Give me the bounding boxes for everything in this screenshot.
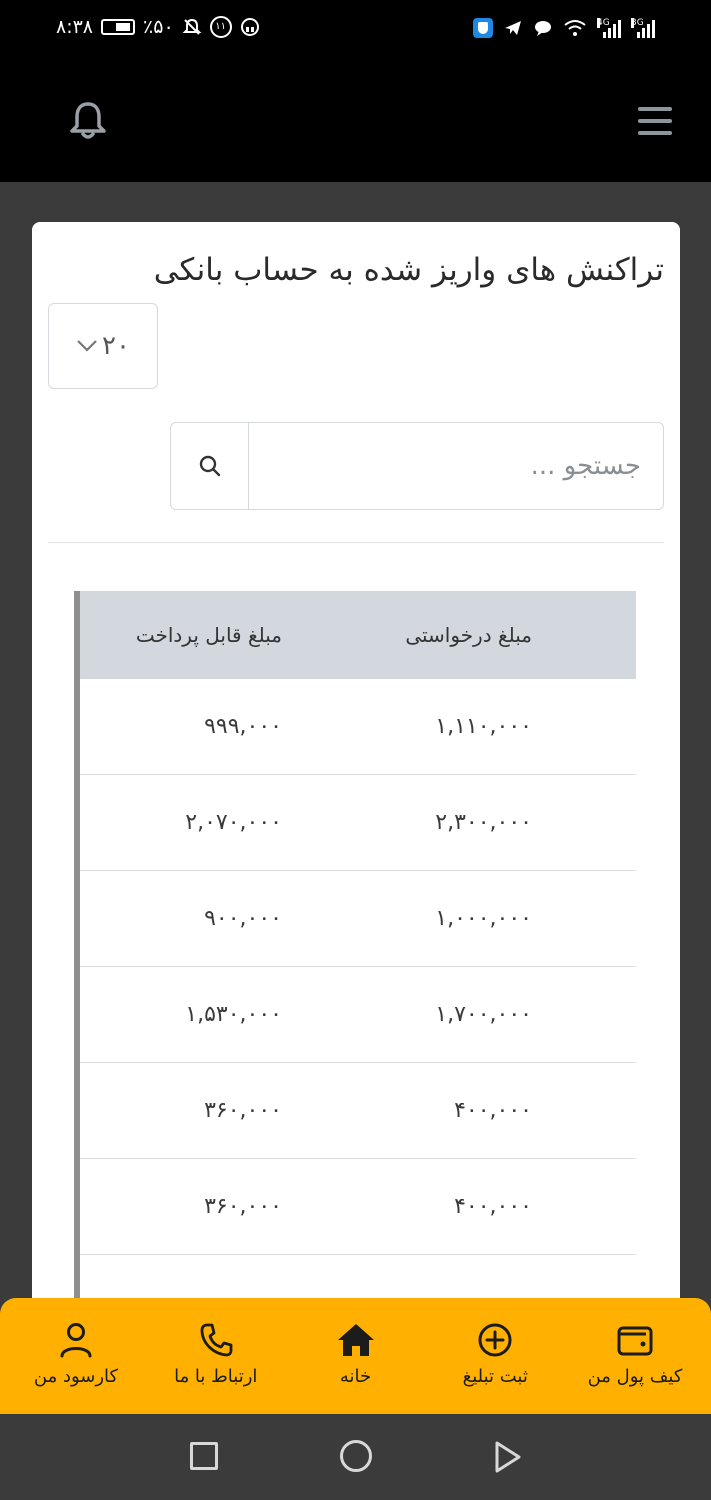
- table-header: مبلغ درخواستی مبلغ قابل پرداخت: [80, 591, 636, 679]
- cell-requested: ۴۰۰,۰۰۰: [454, 1098, 532, 1123]
- search-button[interactable]: [171, 423, 249, 509]
- status-left: ۸:۳۸ ٪۵۰ ۱۱: [56, 16, 260, 38]
- menu-line: [638, 119, 672, 123]
- user-icon: [60, 1323, 92, 1358]
- transactions-table: مبلغ درخواستی مبلغ قابل پرداخت ۱,۱۱۰,۰۰۰…: [74, 591, 636, 1422]
- network-3g-label: 3G: [631, 18, 644, 28]
- plus-circle-icon: [478, 1323, 512, 1357]
- cell-payable: ۹۰۰,۰۰۰: [204, 906, 282, 931]
- search-group: [170, 422, 664, 510]
- search-input[interactable]: [249, 423, 663, 509]
- divider: [48, 542, 664, 543]
- cell-requested: ۱,۷۰۰,۰۰۰: [435, 1002, 532, 1027]
- bell-icon[interactable]: [68, 100, 108, 146]
- cell-requested: ۱,۰۰۰,۰۰۰: [435, 906, 532, 931]
- mute-icon: [182, 18, 202, 35]
- page-size-select[interactable]: ۲۰: [48, 303, 158, 389]
- menu-icon[interactable]: [638, 107, 672, 135]
- page-title: تراکنش های واریز شده به حساب بانکی: [153, 252, 664, 288]
- nav-label-profile: کارسود من: [33, 1366, 119, 1387]
- nav-item-profile[interactable]: کارسود من: [8, 1298, 144, 1414]
- cell-requested: ۴۰۰,۰۰۰: [454, 1194, 532, 1219]
- nav-label-contact: ارتباط با ما: [174, 1366, 258, 1387]
- menu-line: [638, 107, 672, 111]
- table-row[interactable]: ۱,۰۰۰,۰۰۰ ۹۰۰,۰۰۰: [80, 871, 636, 967]
- page-size-value: ۲۰: [102, 331, 130, 361]
- bottom-nav: کارسود من ارتباط با ما خانه ثبت تبلیغ کی…: [0, 1298, 711, 1414]
- network-4g-label: 4G: [597, 18, 610, 28]
- telegram-icon: [505, 21, 521, 35]
- battery-percent: ٪۵۰: [143, 16, 174, 38]
- nav-label-wallet: کیف پول من: [587, 1366, 683, 1387]
- status-bar: ۸:۳۸ ٪۵۰ ۱۱ 4G 3G: [0, 0, 711, 60]
- battery-icon: [101, 19, 136, 35]
- notification-icon: ۱۱: [209, 16, 232, 38]
- table-row[interactable]: ۱,۷۰۰,۰۰۰ ۱,۵۳۰,۰۰۰: [80, 967, 636, 1063]
- nav-item-home[interactable]: خانه: [288, 1298, 424, 1414]
- status-right: 4G 3G: [473, 18, 655, 38]
- cell-payable: ۳۶۰,۰۰۰: [204, 1098, 282, 1123]
- nav-item-add-ad[interactable]: ثبت تبلیغ: [427, 1298, 563, 1414]
- menu-line: [638, 131, 672, 135]
- home-icon: [337, 1324, 374, 1356]
- wifi-icon: [564, 20, 586, 36]
- nav-item-wallet[interactable]: کیف پول من: [567, 1298, 703, 1414]
- cell-requested: ۲,۳۰۰,۰۰۰: [435, 810, 532, 835]
- cell-payable: ۹۹۹,۰۰۰: [204, 714, 282, 739]
- nav-item-contact[interactable]: ارتباط با ما: [148, 1298, 284, 1414]
- wallet-icon: [617, 1326, 653, 1356]
- recent-apps-button[interactable]: [190, 1442, 218, 1470]
- column-header-payable: مبلغ قابل پرداخت: [135, 623, 282, 647]
- search-icon: [199, 455, 220, 477]
- cell-payable: ۱,۵۳۰,۰۰۰: [185, 1002, 282, 1027]
- chat-icon: [535, 21, 551, 36]
- back-button[interactable]: [493, 1440, 523, 1478]
- table-row[interactable]: ۴۰۰,۰۰۰ ۳۶۰,۰۰۰: [80, 1063, 636, 1159]
- signal-icon-3g: 3G: [631, 18, 655, 38]
- headphones-icon: [240, 18, 259, 36]
- cell-payable: ۲,۰۷۰,۰۰۰: [185, 810, 282, 835]
- signal-icon-4g: 4G: [597, 18, 621, 38]
- table-row[interactable]: ۲,۳۰۰,۰۰۰ ۲,۰۷۰,۰۰۰: [80, 775, 636, 871]
- cell-payable: ۳۶۰,۰۰۰: [204, 1194, 282, 1219]
- system-nav-bar: [0, 1414, 711, 1500]
- status-time: ۸:۳۸: [56, 16, 94, 38]
- chevron-down-icon: [77, 340, 97, 352]
- nav-label-home: خانه: [339, 1366, 372, 1387]
- phone-icon: [200, 1323, 233, 1357]
- table-row[interactable]: ۴۰۰,۰۰۰ ۳۶۰,۰۰۰: [80, 1159, 636, 1255]
- home-button[interactable]: [340, 1440, 372, 1472]
- transactions-card: تراکنش های واریز شده به حساب بانکی ۲۰ مب…: [32, 222, 680, 1422]
- nav-label-add-ad: ثبت تبلیغ: [462, 1366, 528, 1387]
- cell-requested: ۱,۱۱۰,۰۰۰: [435, 714, 532, 739]
- shield-icon: [473, 18, 493, 38]
- column-header-requested: مبلغ درخواستی: [405, 623, 532, 647]
- table-row[interactable]: ۱,۱۱۰,۰۰۰ ۹۹۹,۰۰۰: [80, 679, 636, 775]
